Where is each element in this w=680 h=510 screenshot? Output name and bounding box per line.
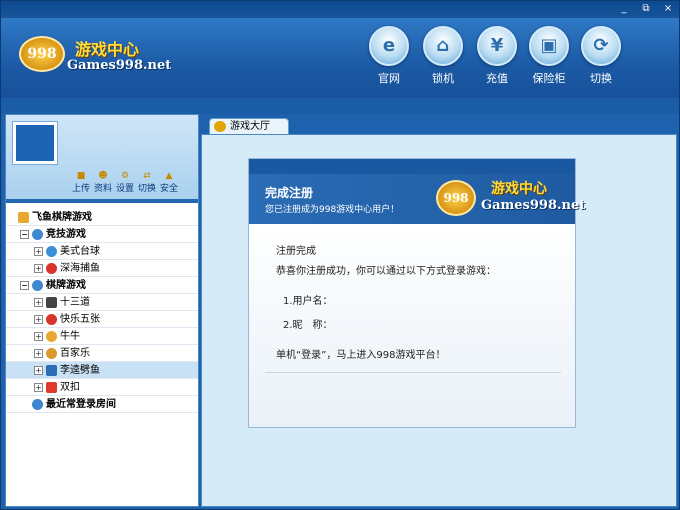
official-site-button[interactable]: e 官网	[365, 26, 413, 90]
content-area: 游戏大厅 完成注册 您已注册成为998游戏中心用户！ 998 游戏中心 Game…	[201, 114, 677, 507]
refresh-icon: ⟳	[581, 26, 621, 66]
profile-icon: ☻	[98, 171, 108, 181]
tree-item[interactable]: + 快乐五张	[6, 311, 198, 328]
registration-complete-text: 注册完成	[276, 246, 316, 257]
tree-item-selected[interactable]: + 李逵劈鱼	[6, 362, 198, 379]
card-logo-title: 游戏中心	[491, 181, 547, 197]
deep-sea-fishing-icon	[46, 263, 57, 274]
recharge-label: 充值	[486, 72, 508, 85]
expand-icon[interactable]: +	[34, 298, 43, 307]
expand-icon[interactable]: +	[34, 366, 43, 375]
restore-button[interactable]: ⧉	[639, 3, 653, 15]
switch-account-button[interactable]: ⟳ 切换	[577, 26, 625, 90]
official-site-label: 官网	[378, 72, 400, 85]
cards-icon	[46, 314, 57, 325]
tree-item[interactable]: + 双扣	[6, 379, 198, 396]
tree-root[interactable]: 飞鱼棋牌游戏	[6, 209, 198, 226]
expand-icon[interactable]: +	[34, 315, 43, 324]
safe-label: 保险柜	[532, 72, 566, 85]
avatar[interactable]	[12, 121, 58, 165]
header: 998 游戏中心 Games998.net e 官网 ⌂ 锁机 ¥ 充值 ▣ 保…	[1, 18, 679, 98]
lobby-pane: 完成注册 您已注册成为998游戏中心用户！ 998 游戏中心 Games998.…	[201, 134, 677, 507]
expand-icon[interactable]: +	[34, 349, 43, 358]
switch-account-label: 切换	[590, 72, 612, 85]
tab-game-lobby[interactable]: 游戏大厅	[209, 118, 289, 134]
recharge-button[interactable]: ¥ 充值	[473, 26, 521, 90]
billiards-icon	[46, 246, 57, 257]
safe-icon: ▣	[529, 26, 569, 66]
congrats-text: 恭喜你注册成功，你可以通过以下方式登录游戏：	[276, 266, 496, 277]
collapse-icon[interactable]: −	[20, 230, 29, 239]
collapse-icon[interactable]: −	[20, 281, 29, 290]
tree-item[interactable]: + 百家乐	[6, 345, 198, 362]
title-bar[interactable]: _ ⧉ ×	[1, 1, 679, 18]
header-divider	[1, 98, 679, 114]
lock-button[interactable]: ⌂ 锁机	[419, 26, 467, 90]
registration-card: 完成注册 您已注册成为998游戏中心用户！ 998 游戏中心 Games998.…	[248, 158, 585, 428]
bull-icon	[46, 331, 57, 342]
yen-icon: ¥	[477, 26, 517, 66]
profile-button[interactable]: ☻ 资料	[92, 171, 114, 194]
card-logo-subtitle: Games998.net	[481, 198, 586, 213]
game-tree: 飞鱼棋牌游戏 − 竞技游戏 + 美式台球 + 深海捕鱼 − 棋牌游戏 + 十三道…	[6, 209, 198, 413]
card-body: 注册完成 恭喜你注册成功，你可以通过以下方式登录游戏： 1.用户名： 2.昵 称…	[249, 224, 575, 427]
cards-icon	[46, 297, 57, 308]
expand-icon[interactable]: +	[34, 332, 43, 341]
baccarat-icon	[46, 348, 57, 359]
fish-icon	[46, 365, 57, 376]
game-center-window: _ ⧉ × 998 游戏中心 Games998.net e 官网 ⌂ 锁机 ¥ …	[0, 0, 680, 510]
lock-icon: ⌂	[423, 26, 463, 66]
settings-icon: ⚙	[120, 171, 130, 181]
card-title: 完成注册	[265, 186, 314, 200]
lobby-icon	[214, 121, 226, 132]
logo-badge: 998	[19, 36, 65, 72]
switch-button[interactable]: ⇄ 切换	[136, 171, 158, 194]
game-group-icon	[32, 229, 43, 240]
game-group-icon	[32, 280, 43, 291]
card-logo-badge: 998	[436, 180, 476, 216]
tree-item[interactable]: + 牛牛	[6, 328, 198, 345]
expand-icon[interactable]: +	[34, 383, 43, 392]
tree-recent-rooms[interactable]: 最近常登录房间	[6, 396, 198, 413]
card-top-bar	[249, 159, 575, 174]
username-label: 1.用户名：	[283, 296, 333, 307]
expand-icon[interactable]: +	[34, 247, 43, 256]
tree-item[interactable]: + 深海捕鱼	[6, 260, 198, 277]
star-icon	[46, 382, 57, 393]
safe-button[interactable]: ▣ 保险柜	[525, 26, 573, 90]
settings-button[interactable]: ⚙ 设置	[114, 171, 136, 194]
logo-subtitle: Games998.net	[67, 58, 172, 73]
ie-icon: e	[369, 26, 409, 66]
tree-group-board[interactable]: − 棋牌游戏	[6, 277, 198, 294]
folder-icon	[18, 212, 29, 223]
upload-icon: ■	[76, 171, 86, 181]
user-info-panel: ■ 上传 ☻ 资料 ⚙ 设置 ⇄ 切换 ▲ 安全	[6, 115, 198, 203]
close-button[interactable]: ×	[661, 3, 675, 15]
divider	[265, 372, 561, 373]
logo-title: 游戏中心	[75, 40, 140, 59]
expand-icon[interactable]: +	[34, 264, 43, 273]
left-panel: ■ 上传 ☻ 资料 ⚙ 设置 ⇄ 切换 ▲ 安全 飞鱼棋牌游戏 − 竞技游戏 + 美式台球	[5, 114, 199, 507]
switch-icon: ⇄	[143, 171, 151, 181]
nickname-label: 2.昵 称：	[283, 320, 333, 331]
login-hint-text: 单机“登录”，马上进入998游戏平台！	[276, 350, 446, 361]
tree-item[interactable]: + 十三道	[6, 294, 198, 311]
tree-group-competitive[interactable]: − 竞技游戏	[6, 226, 198, 243]
recent-icon	[32, 399, 43, 410]
upload-button[interactable]: ■ 上传	[70, 171, 92, 194]
card-banner: 完成注册 您已注册成为998游戏中心用户！ 998 游戏中心 Games998.…	[249, 174, 585, 224]
tree-item[interactable]: + 美式台球	[6, 243, 198, 260]
shield-icon: ▲	[165, 171, 173, 181]
minimize-button[interactable]: _	[617, 3, 631, 15]
card-subtitle: 您已注册成为998游戏中心用户！	[265, 205, 400, 215]
security-button[interactable]: ▲ 安全	[158, 171, 180, 194]
lock-label: 锁机	[432, 72, 454, 85]
tab-label: 游戏大厅	[230, 121, 270, 132]
